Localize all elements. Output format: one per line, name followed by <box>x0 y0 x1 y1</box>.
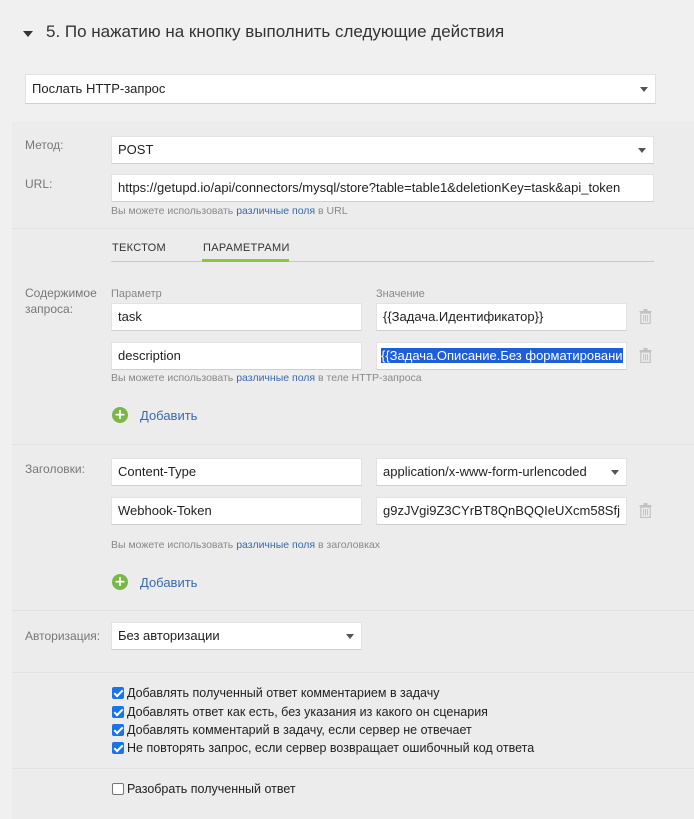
headers-hint-suffix: в заголовках <box>318 539 380 551</box>
auth-label: Авторизация: <box>25 629 101 643</box>
section-title: 5. По нажатию на кнопку выполнить следую… <box>46 22 505 41</box>
trash-icon[interactable] <box>639 309 652 324</box>
tabs-baseline <box>111 261 654 262</box>
action-type-select[interactable]: Послать HTTP-запрос <box>25 74 656 104</box>
checkbox-checked-icon[interactable] <box>112 706 124 718</box>
headers-fields-link[interactable]: различные поля <box>236 539 315 551</box>
header-value-input[interactable]: g9zJVgi9Z3CYrBT8QnBQQIeUXcm58Sfj <box>376 497 627 525</box>
add-header-button[interactable]: + Добавить <box>112 574 197 590</box>
divider <box>12 444 694 445</box>
option-label: Добавлять полученный ответ комментарием … <box>127 686 440 700</box>
param-name-input[interactable]: task <box>111 303 362 331</box>
param-value-selected-text: {{Задача.Описание.Без форматировани <box>381 348 623 363</box>
checkbox-checked-icon[interactable] <box>112 742 124 754</box>
param-name-value: description <box>118 348 181 363</box>
auth-value: Без авторизации <box>118 628 220 643</box>
tab-params[interactable]: ПАРАМЕТРАМИ <box>203 242 290 254</box>
option-comment-on-timeout[interactable]: Добавлять комментарий в задачу, если сер… <box>112 723 472 737</box>
plus-circle-icon: + <box>112 574 128 590</box>
divider <box>12 228 694 229</box>
active-tab-indicator <box>202 259 289 262</box>
method-select[interactable]: POST <box>111 136 654 164</box>
option-parse-response[interactable]: Разобрать полученный ответ <box>112 782 296 796</box>
headers-label: Заголовки: <box>25 462 85 476</box>
option-no-retry-on-error[interactable]: Не повторять запрос, если сервер возвращ… <box>112 741 534 755</box>
divider <box>12 672 694 673</box>
url-input[interactable]: https://getupd.io/api/connectors/mysql/s… <box>111 174 654 202</box>
method-label: Метод: <box>25 138 64 152</box>
url-label: URL: <box>25 177 53 191</box>
plus-circle-icon: + <box>112 407 128 423</box>
header-name-input[interactable]: Content-Type <box>111 458 362 486</box>
chevron-down-icon <box>638 148 646 153</box>
url-hint-suffix: в URL <box>318 205 348 217</box>
checkbox-checked-icon[interactable] <box>112 687 124 699</box>
option-label: Добавлять ответ как есть, без указания и… <box>127 705 488 719</box>
auth-select[interactable]: Без авторизации <box>111 622 362 650</box>
param-name-value: task <box>118 309 142 324</box>
header-name-value: Webhook-Token <box>118 503 212 518</box>
checkbox-checked-icon[interactable] <box>112 724 124 736</box>
divider <box>12 768 694 769</box>
header-value-value: application/x-www-form-urlencoded <box>383 464 587 479</box>
option-label: Разобрать полученный ответ <box>127 782 296 796</box>
headers-hint-prefix: Вы можете использовать <box>111 539 234 551</box>
param-column-header: Параметр <box>111 288 162 300</box>
body-hint-prefix: Вы можете использовать <box>111 372 234 384</box>
chevron-down-icon <box>346 634 354 639</box>
body-hint-suffix: в теле HTTP-запроса <box>318 372 422 384</box>
param-value-value: {{Задача.Идентификатор}} <box>383 309 544 324</box>
value-column-header: Значение <box>376 288 425 300</box>
body-fields-link[interactable]: различные поля <box>236 372 315 384</box>
body-label: Содержимое запроса: <box>25 286 97 316</box>
url-hint-prefix: Вы можете использовать <box>111 205 234 217</box>
header-name-input[interactable]: Webhook-Token <box>111 497 362 525</box>
header-name-value: Content-Type <box>118 464 197 479</box>
collapse-caret-icon[interactable] <box>23 31 33 37</box>
action-type-value: Послать HTTP-запрос <box>32 81 166 96</box>
method-value: POST <box>118 142 154 157</box>
header-value-select[interactable]: application/x-www-form-urlencoded <box>376 458 627 486</box>
param-value-input[interactable]: {{Задача.Идентификатор}} <box>376 303 627 331</box>
option-add-response-comment[interactable]: Добавлять полученный ответ комментарием … <box>112 686 439 700</box>
add-header-label: Добавить <box>140 574 198 590</box>
divider <box>12 610 694 611</box>
option-label: Не повторять запрос, если сервер возвращ… <box>127 741 535 755</box>
section-header[interactable]: 5. По нажатию на кнопку выполнить следую… <box>0 0 694 60</box>
param-name-input[interactable]: description <box>111 342 362 370</box>
trash-icon[interactable] <box>639 503 652 518</box>
add-param-label: Добавить <box>140 407 198 423</box>
chevron-down-icon <box>640 87 648 92</box>
url-hint: Вы можете использовать различные поля в … <box>111 205 348 217</box>
add-param-button[interactable]: + Добавить <box>112 407 197 423</box>
option-label: Добавлять комментарий в задачу, если сер… <box>127 723 472 737</box>
header-value-value: g9zJVgi9Z3CYrBT8QnBQQIeUXcm58Sfj <box>383 503 620 518</box>
url-fields-link[interactable]: различные поля <box>236 205 315 217</box>
url-value: https://getupd.io/api/connectors/mysql/s… <box>118 180 621 195</box>
body-hint: Вы можете использовать различные поля в … <box>111 372 422 384</box>
param-value-input[interactable]: {{Задача.Описание.Без форматировани <box>376 342 627 370</box>
option-add-response-raw[interactable]: Добавлять ответ как есть, без указания и… <box>112 705 488 719</box>
tab-text[interactable]: ТЕКСТОМ <box>112 242 166 254</box>
trash-icon[interactable] <box>639 348 652 363</box>
checkbox-empty-icon[interactable] <box>112 783 124 795</box>
headers-hint: Вы можете использовать различные поля в … <box>111 539 380 551</box>
chevron-down-icon <box>611 470 619 475</box>
